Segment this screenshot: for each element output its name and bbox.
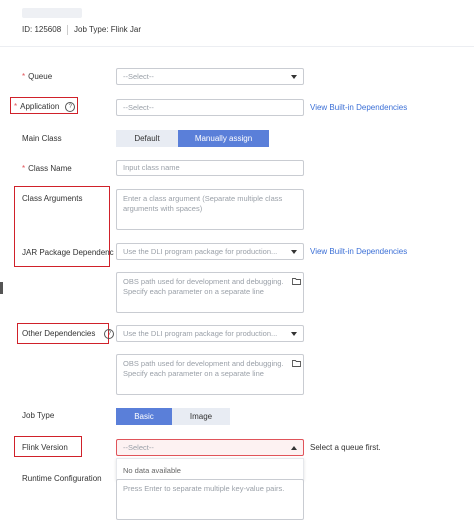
other-dependencies-select[interactable]: Use the DLI program package for producti…	[116, 325, 304, 342]
class-arguments-label: Class Arguments	[22, 194, 83, 203]
chevron-down-icon	[291, 250, 297, 254]
jar-view-built-in-dependencies-link[interactable]: View Built-in Dependencies	[310, 247, 407, 256]
job-type-basic-option[interactable]: Basic	[116, 408, 172, 425]
help-icon[interactable]: ?	[104, 329, 115, 339]
main-class-default-option[interactable]: Default	[116, 130, 178, 147]
other-dependencies-label: Other Dependencies?	[22, 329, 115, 339]
flink-version-hint: Select a queue first.	[310, 443, 381, 452]
job-id: ID: 125608	[22, 25, 62, 34]
other-obs-path-textarea[interactable]: OBS path used for development and debugg…	[116, 354, 304, 395]
flink-version-dropdown: No data available	[116, 458, 304, 480]
flink-version-select[interactable]: --Select--	[116, 439, 304, 456]
header-title-blurred	[22, 8, 82, 18]
application-select[interactable]: --Select--	[116, 99, 304, 116]
main-class-label: Main Class	[22, 134, 62, 143]
job-type-image-option[interactable]: Image	[172, 408, 230, 425]
runtime-configuration-textarea[interactable]: Press Enter to separate multiple key-val…	[116, 479, 304, 520]
class-arguments-textarea[interactable]: Enter a class argument (Separate multipl…	[116, 189, 304, 230]
required-marker: *	[14, 102, 18, 112]
scroll-marker	[0, 282, 3, 294]
view-built-in-dependencies-link[interactable]: View Built-in Dependencies	[310, 103, 407, 112]
required-marker: *	[22, 72, 26, 81]
chevron-down-icon	[291, 75, 297, 79]
runtime-configuration-label: Runtime Configuration	[22, 474, 102, 483]
queue-select[interactable]: --Select--	[116, 68, 304, 85]
folder-icon[interactable]	[292, 359, 301, 369]
chevron-up-icon	[291, 446, 297, 450]
folder-icon[interactable]	[292, 277, 301, 287]
jar-package-select[interactable]: Use the DLI program package for producti…	[116, 243, 304, 260]
main-class-manual-option[interactable]: Manually assign	[178, 130, 269, 147]
header-separator	[0, 46, 474, 47]
header-divider	[67, 25, 68, 35]
chevron-down-icon	[291, 332, 297, 336]
job-type-info: Job Type: Flink Jar	[74, 25, 141, 34]
queue-label: * Queue	[22, 72, 53, 81]
application-label: * Application?	[14, 102, 76, 112]
jar-obs-path-textarea[interactable]: OBS path used for development and debugg…	[116, 272, 304, 313]
job-type-label: Job Type	[22, 411, 55, 420]
jar-package-label: JAR Package Dependenc	[22, 248, 114, 257]
flink-version-label: Flink Version	[22, 443, 68, 452]
help-icon[interactable]: ?	[65, 102, 76, 112]
class-name-label: * Class Name	[22, 164, 72, 173]
required-marker: *	[22, 164, 26, 173]
class-name-input[interactable]: Input class name	[116, 160, 304, 176]
dropdown-empty-text: No data available	[123, 466, 181, 475]
